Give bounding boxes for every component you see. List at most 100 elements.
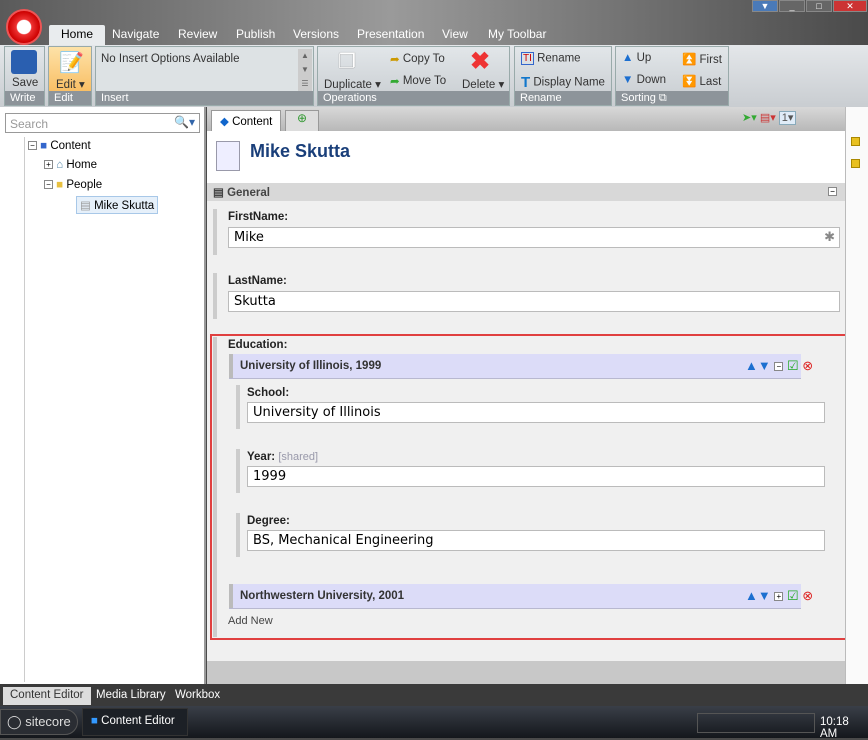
first-label: First [699, 54, 722, 66]
expand-icon[interactable]: + [44, 160, 53, 170]
group-label: Insert [96, 91, 313, 105]
move-down-icon[interactable]: ▼ [758, 358, 771, 373]
required-asterisk-icon: ✱ [824, 230, 835, 245]
remove-icon[interactable]: ⊗ [802, 588, 813, 603]
field-marker [236, 385, 240, 429]
move-down-icon[interactable]: ▼ [758, 588, 771, 603]
tab-content[interactable]: ◆ Content [211, 110, 282, 131]
move-up-icon[interactable]: ▲ [745, 588, 758, 603]
duplicate-button[interactable]: Duplicate ▾ [324, 77, 381, 91]
taskbar-app-label: Content Editor [101, 715, 175, 727]
group-label: Operations [318, 91, 509, 105]
down-label: Down [636, 74, 666, 86]
first-button[interactable]: ⏫ First [682, 52, 722, 66]
tree-item-home[interactable]: + ⌂ Home [44, 159, 97, 171]
last-label: Last [699, 76, 722, 88]
down-button[interactable]: ▼ Down [622, 74, 666, 86]
menu-dropdown-button[interactable]: ▼ [752, 0, 778, 12]
content-icon: ■ [40, 140, 48, 152]
last-button[interactable]: ⏬ Last [682, 74, 721, 88]
remove-icon[interactable]: ⊗ [802, 358, 813, 373]
version-selector[interactable]: 1▾ [778, 111, 797, 125]
move-to-button[interactable]: ➦ Move To [390, 74, 446, 88]
tree-item-mike-skutta[interactable]: ▤ Mike Skutta [76, 196, 159, 214]
insert-options-text: No Insert Options Available [101, 53, 240, 65]
search-icon[interactable]: 🔍▾ [174, 115, 195, 129]
rename-button[interactable]: TI Rename [521, 52, 581, 65]
collapse-entry-icon[interactable]: − [774, 362, 784, 372]
collapse-icon[interactable]: − [28, 141, 37, 151]
start-button[interactable]: ◯ sitecore [0, 709, 78, 735]
last-icon: ⏬ [682, 76, 697, 88]
group-label: Sorting ⧉ [616, 91, 728, 105]
sitecore-logo-button[interactable] [6, 9, 42, 45]
add-tab-button[interactable]: ⊕ [285, 110, 319, 131]
section-general[interactable]: ▤ General − [207, 183, 845, 201]
search-input[interactable]: Search 🔍▾ [5, 113, 200, 133]
tab-view[interactable]: View [430, 25, 480, 45]
firstname-label: FirstName: [228, 211, 289, 223]
duplicate-icon: ❐ [338, 51, 356, 73]
maximize-button[interactable]: □ [806, 0, 832, 12]
content-editor-icon: ■ [91, 715, 98, 727]
school-input[interactable]: University of Illinois [247, 402, 825, 423]
field-marker [213, 209, 217, 255]
move-up-icon[interactable]: ▲ [745, 358, 758, 373]
tab-content-editor[interactable]: Content Editor [3, 687, 91, 705]
education-entry-header[interactable]: University of Illinois, 1999 [229, 354, 801, 379]
up-button[interactable]: ▲ Up [622, 52, 651, 64]
start-label: sitecore [25, 714, 71, 729]
copy-to-button[interactable]: ➦ Copy To [390, 52, 445, 66]
save-icon[interactable] [11, 50, 37, 74]
tab-home[interactable]: Home [49, 25, 106, 45]
tab-presentation[interactable]: Presentation [345, 25, 436, 45]
checkmark-icon[interactable]: ☑ [787, 358, 799, 373]
collapse-icon[interactable]: − [44, 180, 53, 190]
tab-review[interactable]: Review [166, 25, 229, 45]
education-entry-header[interactable]: Northwestern University, 2001 [229, 584, 801, 609]
display-name-button[interactable]: T Display Name [521, 74, 605, 91]
tab-my-toolbar[interactable]: My Toolbar [476, 25, 558, 45]
firstname-input[interactable]: Mike ✱ [228, 227, 840, 248]
edit-icon[interactable]: 📝 [59, 50, 84, 75]
edit-button[interactable]: Edit ▾ [56, 77, 85, 91]
minimize-button[interactable]: _ [779, 0, 805, 12]
navigate-icon[interactable]: ➤▾ [742, 112, 757, 124]
tab-navigate[interactable]: Navigate [100, 25, 171, 45]
tree-item-people[interactable]: − ■ People [44, 179, 102, 191]
tabstrip-tools: ➤▾ ▤▾ 1▾ [742, 111, 797, 125]
delete-button[interactable]: Delete ▾ [462, 77, 504, 91]
warning-marker-icon[interactable] [851, 137, 860, 146]
warning-marker-icon[interactable] [851, 159, 860, 168]
close-button[interactable]: ✕ [833, 0, 867, 12]
tree-divider [24, 137, 25, 682]
degree-label: Degree: [247, 515, 290, 527]
save-button[interactable]: Save [12, 77, 38, 89]
add-new-link[interactable]: Add New [228, 615, 273, 627]
delete-icon: ✖ [470, 48, 491, 75]
duplicate-label: Duplicate [324, 79, 372, 91]
collapse-section-icon[interactable]: − [828, 187, 837, 196]
degree-input[interactable]: BS, Mechanical Engineering [247, 530, 825, 551]
home-icon: ⌂ [56, 159, 64, 171]
group-label: Write [5, 91, 44, 105]
insert-scroll-buttons[interactable]: ▲ ▼ ☰ [298, 49, 312, 91]
tab-media-library[interactable]: Media Library [89, 687, 173, 705]
dialog-launcher-icon[interactable]: ⧉ [659, 92, 667, 104]
lastname-input[interactable]: Skutta [228, 291, 840, 312]
tab-versions[interactable]: Versions [281, 25, 351, 45]
tab-workbox[interactable]: Workbox [168, 687, 227, 705]
language-flag-icon[interactable]: ▤▾ [760, 112, 776, 124]
tab-publish[interactable]: Publish [224, 25, 287, 45]
tree-item-content[interactable]: − ■ Content [28, 140, 91, 152]
firstname-value: Mike [234, 230, 264, 245]
checkmark-icon[interactable]: ☑ [787, 588, 799, 603]
up-icon: ▲ [622, 52, 634, 64]
group-operations: ❐ Duplicate ▾ ➦ Copy To ➦ Move To ✖ Dele… [317, 46, 510, 106]
expand-entry-icon[interactable]: + [774, 592, 784, 602]
taskbar-content-editor[interactable]: ■ Content Editor [82, 708, 188, 736]
group-rename: TI Rename T Display Name Rename [514, 46, 612, 106]
validation-rail [845, 107, 868, 684]
content-tab-icon: ◆ [220, 116, 229, 128]
year-input[interactable]: 1999 [247, 466, 825, 487]
